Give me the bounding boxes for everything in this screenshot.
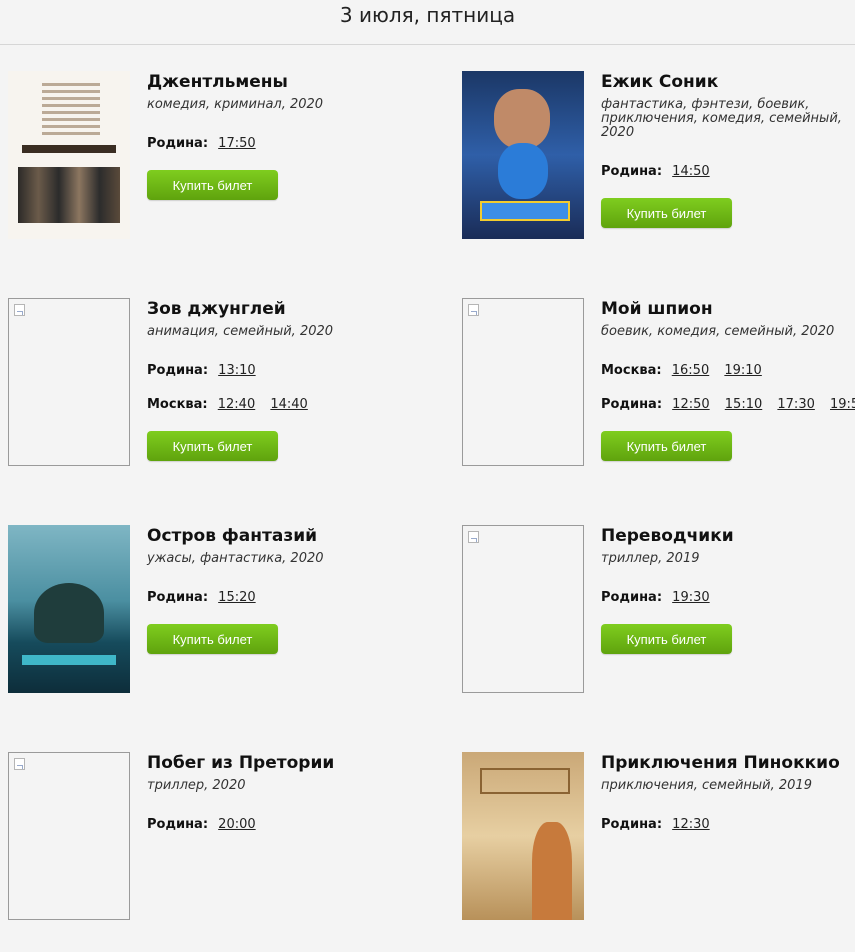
session-time[interactable]: 17:30 bbox=[777, 397, 814, 412]
movie-genres: боевик, комедия, семейный, 2020 bbox=[601, 324, 835, 339]
buy-ticket-button[interactable]: Купить билет bbox=[601, 624, 732, 654]
broken-image-icon bbox=[468, 531, 479, 543]
buy-ticket-button[interactable]: Купить билет bbox=[147, 431, 278, 461]
sessions: Родина: 19:30 bbox=[601, 590, 851, 606]
movie-title[interactable]: Джентльмены bbox=[147, 71, 397, 93]
session-time[interactable]: 19:30 bbox=[672, 590, 709, 605]
poster-placeholder[interactable] bbox=[462, 525, 584, 693]
poster-placeholder[interactable] bbox=[462, 298, 584, 466]
session-time[interactable]: 19:50 bbox=[830, 397, 855, 412]
movie-card: Джентльмены комедия, криминал, 2020 Роди… bbox=[8, 71, 408, 271]
hall-name: Родина: bbox=[601, 397, 663, 412]
hall-name: Родина: bbox=[147, 817, 209, 832]
session-time[interactable]: 12:30 bbox=[672, 817, 709, 832]
session-row: Родина: 20:00 bbox=[147, 817, 397, 833]
buy-ticket-button[interactable]: Купить билет bbox=[147, 170, 278, 200]
session-row: Родина: 12:30 bbox=[601, 817, 851, 833]
session-time[interactable]: 20:00 bbox=[218, 817, 255, 832]
movie-genres: фантастика, фэнтези, боевик, приключения… bbox=[601, 97, 842, 140]
session-time[interactable]: 12:50 bbox=[672, 397, 709, 412]
session-row: Родина: 12:50 15:10 17:30 19:50 bbox=[601, 397, 855, 413]
movie-title[interactable]: Мой шпион bbox=[601, 298, 851, 320]
sessions: Родина: 15:20 bbox=[147, 590, 397, 606]
movie-genres: триллер, 2020 bbox=[147, 778, 246, 793]
movie-card: Переводчики триллер, 2019 Родина: 19:30 … bbox=[462, 525, 855, 725]
movie-genres: ужасы, фантастика, 2020 bbox=[147, 551, 324, 566]
movie-card: Остров фантазий ужасы, фантастика, 2020 … bbox=[8, 525, 408, 725]
movie-genres: комедия, криминал, 2020 bbox=[147, 97, 324, 112]
movie-card: Побег из Претории триллер, 2020 Родина: … bbox=[8, 752, 408, 952]
poster-placeholder[interactable] bbox=[8, 298, 130, 466]
session-row: Родина: 17:50 bbox=[147, 136, 397, 152]
hall-name: Родина: bbox=[601, 817, 663, 832]
sessions: Родина: 20:00 bbox=[147, 817, 397, 833]
hall-name: Родина: bbox=[601, 164, 663, 179]
sessions: Родина: 13:10 Москва: 12:40 14:40 bbox=[147, 363, 397, 413]
movie-card: Ежик Соник фантастика, фэнтези, боевик, … bbox=[462, 71, 855, 271]
hall-name: Родина: bbox=[147, 136, 209, 151]
session-row: Родина: 13:10 bbox=[147, 363, 397, 379]
session-time[interactable]: 14:40 bbox=[270, 397, 307, 412]
movie-card: Зов джунглей анимация, семейный, 2020 Ро… bbox=[8, 298, 408, 498]
session-time[interactable]: 15:20 bbox=[218, 590, 255, 605]
hall-name: Родина: bbox=[147, 590, 209, 605]
session-time[interactable]: 19:10 bbox=[724, 363, 761, 378]
movie-card: Мой шпион боевик, комедия, семейный, 202… bbox=[462, 298, 855, 498]
session-row: Москва: 12:40 14:40 bbox=[147, 397, 397, 413]
session-row: Москва: 16:50 19:10 bbox=[601, 363, 851, 379]
hall-name: Родина: bbox=[601, 590, 663, 605]
broken-image-icon bbox=[14, 304, 25, 316]
session-time[interactable]: 17:50 bbox=[218, 136, 255, 151]
buy-ticket-button[interactable]: Купить билет bbox=[147, 624, 278, 654]
date-title: 3 июля, пятница bbox=[339, 3, 516, 27]
date-header: 3 июля, пятница bbox=[0, 0, 855, 45]
session-time[interactable]: 12:40 bbox=[218, 397, 255, 412]
pinocchio-poster[interactable] bbox=[462, 752, 584, 920]
movie-title[interactable]: Переводчики bbox=[601, 525, 851, 547]
sessions: Родина: 17:50 bbox=[147, 136, 397, 152]
session-time[interactable]: 14:50 bbox=[672, 164, 709, 179]
movie-title[interactable]: Побег из Претории bbox=[147, 752, 397, 774]
session-time[interactable]: 16:50 bbox=[672, 363, 709, 378]
session-row: Родина: 14:50 bbox=[601, 164, 851, 180]
sessions: Москва: 16:50 19:10 Родина: 12:50 15:10 … bbox=[601, 363, 855, 413]
movie-card: Приключения Пиноккио приключения, семейн… bbox=[462, 752, 855, 952]
movie-genres: триллер, 2019 bbox=[601, 551, 700, 566]
hall-name: Родина: bbox=[147, 363, 209, 378]
movie-genres: анимация, семейный, 2020 bbox=[147, 324, 334, 339]
sessions: Родина: 12:30 bbox=[601, 817, 851, 833]
session-row: Родина: 19:30 bbox=[601, 590, 851, 606]
session-row: Родина: 15:20 bbox=[147, 590, 397, 606]
hall-name: Москва: bbox=[601, 363, 662, 378]
movie-title[interactable]: Зов джунглей bbox=[147, 298, 397, 320]
buy-ticket-button[interactable]: Купить билет bbox=[601, 431, 732, 461]
hall-name: Москва: bbox=[147, 397, 208, 412]
session-time[interactable]: 15:10 bbox=[725, 397, 762, 412]
broken-image-icon bbox=[468, 304, 479, 316]
movie-genres: приключения, семейный, 2019 bbox=[601, 778, 812, 793]
broken-image-icon bbox=[14, 758, 25, 770]
movie-title[interactable]: Приключения Пиноккио bbox=[601, 752, 851, 774]
buy-ticket-button[interactable]: Купить билет bbox=[601, 198, 732, 228]
poster-placeholder[interactable] bbox=[8, 752, 130, 920]
fantasy-island-poster[interactable] bbox=[8, 525, 130, 693]
movie-title[interactable]: Ежик Соник bbox=[601, 71, 851, 93]
session-time[interactable]: 13:10 bbox=[218, 363, 255, 378]
gentlemen-poster[interactable] bbox=[8, 71, 130, 239]
sonic-poster[interactable] bbox=[462, 71, 584, 239]
sessions: Родина: 14:50 bbox=[601, 164, 851, 180]
movie-title[interactable]: Остров фантазий bbox=[147, 525, 397, 547]
